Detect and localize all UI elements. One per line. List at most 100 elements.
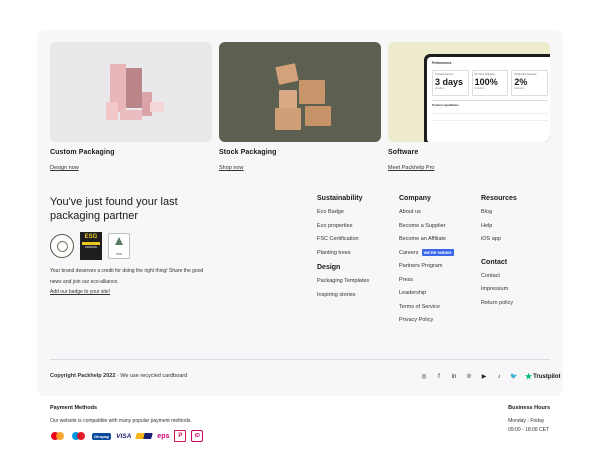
ideal-icon: iD — [191, 430, 204, 442]
fsc-label: FSC — [116, 252, 122, 256]
footer-link-inspiring-stories[interactable]: Inspiring stories — [317, 289, 369, 303]
footer-link-packaging-templates[interactable]: Packaging Templates — [317, 275, 369, 289]
design-now-link[interactable]: Design now — [50, 165, 79, 171]
meet-packhelp-pro-link[interactable]: Meet Packhelp Pro — [388, 165, 434, 171]
metric-value: 2% — [514, 77, 528, 87]
business-hours-time: 09:00 - 18:00 CET — [508, 427, 549, 433]
kraft-box-shape — [275, 63, 299, 85]
footer-link-careers[interactable]: Careers — [399, 250, 419, 256]
footer-link-partners-program[interactable]: Partners Program — [399, 260, 454, 274]
pink-box-shape — [126, 68, 142, 108]
metric-card: On Time Shipping 100% Excellent — [471, 70, 509, 96]
footer-link-leadership[interactable]: Leadership — [399, 287, 454, 301]
card-title: Custom Packaging — [50, 149, 115, 156]
footer-link-fsc-certification[interactable]: FSC Certification — [317, 233, 369, 247]
kraft-box-shape — [305, 106, 331, 126]
metric-sub: Excellent — [514, 88, 524, 90]
resources-column: Resources Blog Help iOS app Contact Cont… — [481, 195, 517, 310]
footer-headline: You've just found your last packaging pa… — [50, 196, 178, 222]
footer-link-eco-properties[interactable]: Eco properties — [317, 220, 369, 234]
eco-blurb: Your brand deserves a credit for doing t… — [50, 266, 210, 298]
metric-card: Production Success 2% Excellent — [511, 70, 549, 96]
software-image: Performance Turnaround time 3 days Excel… — [388, 42, 550, 142]
card-custom-packaging[interactable]: Custom Packaging Design now — [50, 42, 212, 174]
column-heading: Resources — [481, 195, 517, 202]
card-stock-packaging[interactable]: Stock Packaging Shop now — [219, 42, 381, 174]
column-heading: Contact — [481, 258, 508, 266]
metric-value: 3 days — [435, 77, 464, 87]
esg-label: ESG — [84, 234, 98, 240]
footer-link-press[interactable]: Press — [399, 274, 454, 288]
stock-packaging-image — [219, 42, 381, 142]
footer-link-blog[interactable]: Blog — [481, 206, 517, 220]
divider — [50, 359, 550, 360]
metric-sub: Excellent — [474, 88, 484, 90]
footer-link-contact[interactable]: Contact — [481, 270, 517, 284]
footer-link-ios-app[interactable]: iOS app — [481, 233, 517, 247]
eco-seal-icon — [50, 234, 74, 258]
pink-box-shape — [120, 110, 142, 120]
table-row — [432, 116, 548, 121]
footer-link-about-us[interactable]: About us — [399, 206, 454, 220]
copyright-note: · We use recycled cardboard — [115, 373, 188, 379]
business-hours-days: Monday - Friday — [508, 418, 545, 424]
youtube-icon[interactable]: ▶ — [480, 373, 488, 380]
instagram-icon[interactable]: ◎ — [420, 373, 428, 380]
giropay-icon: Giropay — [92, 432, 112, 440]
trustpilot-link[interactable]: ★ Trustpilot — [525, 372, 561, 381]
company-column: Company About us Become a Supplier Becom… — [399, 195, 454, 328]
footer-link-terms[interactable]: Terms of Service — [399, 301, 454, 315]
eco-badges: ESG ADVANCE FSC — [50, 232, 130, 260]
tablet-screen: Performance Turnaround time 3 days Excel… — [424, 54, 550, 142]
payment-methods-heading: Payment Methods — [50, 405, 98, 411]
screen-title: Performance — [432, 61, 452, 65]
footer-link-become-supplier[interactable]: Become a Supplier — [399, 220, 454, 234]
footer-link-become-affiliate[interactable]: Become an Affiliate — [399, 233, 454, 247]
metric-label: Turnaround time — [435, 73, 454, 76]
trustpilot-star-icon: ★ — [525, 372, 533, 381]
sustainability-column: Sustainability Eco Badge Eco properties … — [317, 195, 369, 302]
esg-sub-label: ADVANCE — [85, 246, 97, 249]
kraft-box-shape — [279, 90, 297, 108]
metric-sub: Excellent — [435, 88, 445, 90]
footer-link-impressum[interactable]: Impressum — [481, 283, 517, 297]
footer-link-planting-trees[interactable]: Planting trees — [317, 247, 369, 261]
card-software[interactable]: Performance Turnaround time 3 days Excel… — [388, 42, 550, 174]
footer-link-eco-badge[interactable]: Eco Badge — [317, 206, 369, 220]
payment-methods-text: Our website is compatible with many popu… — [50, 418, 192, 424]
footer-link-careers-row[interactable]: Careers WE'RE HIRING — [399, 247, 454, 261]
column-heading: Design — [317, 264, 341, 271]
facebook-icon[interactable]: f — [435, 374, 443, 380]
twitter-icon[interactable]: 🐦 — [510, 373, 518, 380]
fsc-logo-icon: FSC — [108, 233, 130, 259]
pink-box-shape — [106, 102, 118, 120]
add-badge-link[interactable]: Add our badge to your site! — [50, 287, 210, 298]
metric-label: Production Success — [514, 73, 537, 76]
copyright-text: Copyright Packhelp 2022 — [50, 373, 116, 379]
business-hours-heading: Business Hours — [508, 405, 550, 411]
linkedin-icon[interactable]: in — [450, 374, 458, 380]
card-title: Software — [388, 149, 419, 156]
metric-card: Turnaround time 3 days Excellent — [432, 70, 469, 96]
footer-link-help[interactable]: Help — [481, 220, 517, 234]
column-heading: Sustainability — [317, 195, 363, 202]
visa-icon: VISA — [116, 432, 132, 440]
column-heading: Company — [399, 195, 431, 202]
eps-icon: eps — [157, 432, 170, 440]
hiring-badge[interactable]: WE'RE HIRING — [421, 248, 454, 256]
shop-now-link[interactable]: Shop now — [219, 165, 243, 171]
przelewy24-icon: P — [174, 430, 187, 442]
footer-panel: Custom Packaging Design now Stock Packag… — [37, 30, 563, 396]
footer-link-privacy[interactable]: Privacy Policy — [399, 314, 454, 328]
pink-box-shape — [150, 102, 164, 112]
capabilities-heading: Product capabilities — [432, 100, 548, 107]
social-links: ◎ f in ℗ ▶ ♪ 🐦 ★ Trustpilot — [420, 372, 561, 381]
pinterest-icon[interactable]: ℗ — [465, 374, 473, 380]
kraft-box-shape — [299, 80, 325, 104]
table-row — [432, 109, 548, 114]
card-brand-icon — [135, 433, 154, 439]
footer-link-return-policy[interactable]: Return policy — [481, 297, 517, 311]
tiktok-icon[interactable]: ♪ — [495, 374, 503, 380]
card-title: Stock Packaging — [219, 149, 277, 156]
business-hours: Business Hours Monday - Friday 09:00 - 1… — [508, 405, 550, 433]
